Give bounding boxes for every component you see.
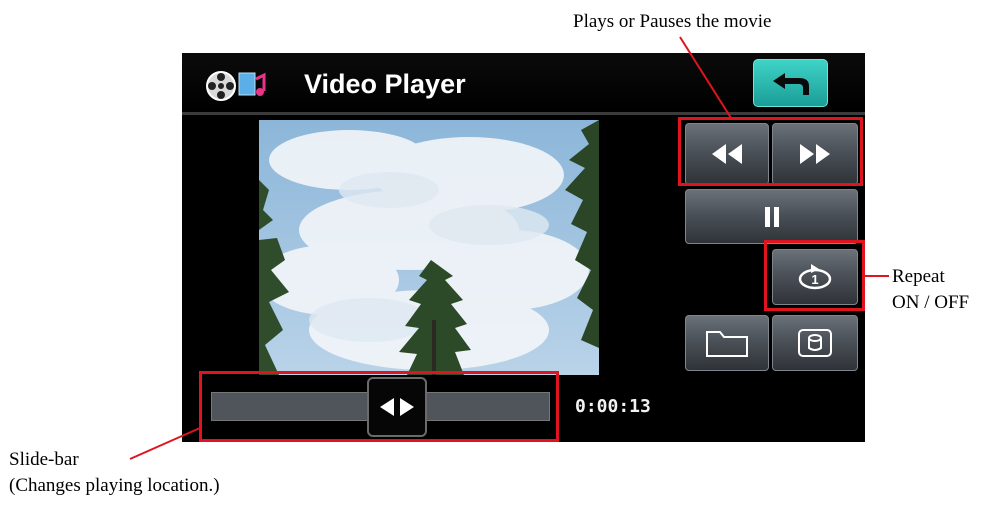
annotation-slidebar-title: Slide-bar [9, 449, 79, 470]
page-title: Video Player [304, 69, 466, 99]
fast-forward-button[interactable] [772, 123, 858, 185]
pause-icon [764, 206, 779, 227]
annotation-slidebar-desc: (Changes playing location.) [9, 475, 220, 496]
annotation-repeat-state: ON / OFF [892, 292, 970, 313]
folder-button[interactable] [685, 315, 769, 371]
annotation-play-pause: Plays or Pauses the movie [573, 11, 772, 32]
film-reel-icon [206, 71, 266, 101]
playback-time: 0:00:13 [575, 396, 651, 417]
title-bar: Video Player [182, 53, 865, 115]
svg-text:1: 1 [811, 272, 818, 287]
rewind-button[interactable] [685, 123, 769, 185]
fast-forward-icon [800, 144, 830, 164]
storage-card-icon [798, 329, 832, 357]
repeat-one-icon: 1 [798, 264, 832, 290]
slider-handle-icon [380, 398, 414, 416]
rewind-icon [712, 144, 742, 164]
video-frame[interactable] [259, 120, 599, 375]
video-sky-trees-image [259, 120, 599, 375]
video-player-screen: Video Player 1 0:00:13 [182, 53, 865, 442]
folder-icon [706, 331, 748, 357]
annotation-repeat-title: Repeat [892, 266, 945, 287]
back-button[interactable] [753, 59, 828, 107]
storage-button[interactable] [772, 315, 858, 371]
play-pause-button[interactable] [685, 189, 858, 244]
seek-slider-thumb[interactable] [367, 377, 427, 437]
repeat-toggle-button[interactable]: 1 [772, 249, 858, 305]
return-arrow-icon [772, 73, 809, 95]
